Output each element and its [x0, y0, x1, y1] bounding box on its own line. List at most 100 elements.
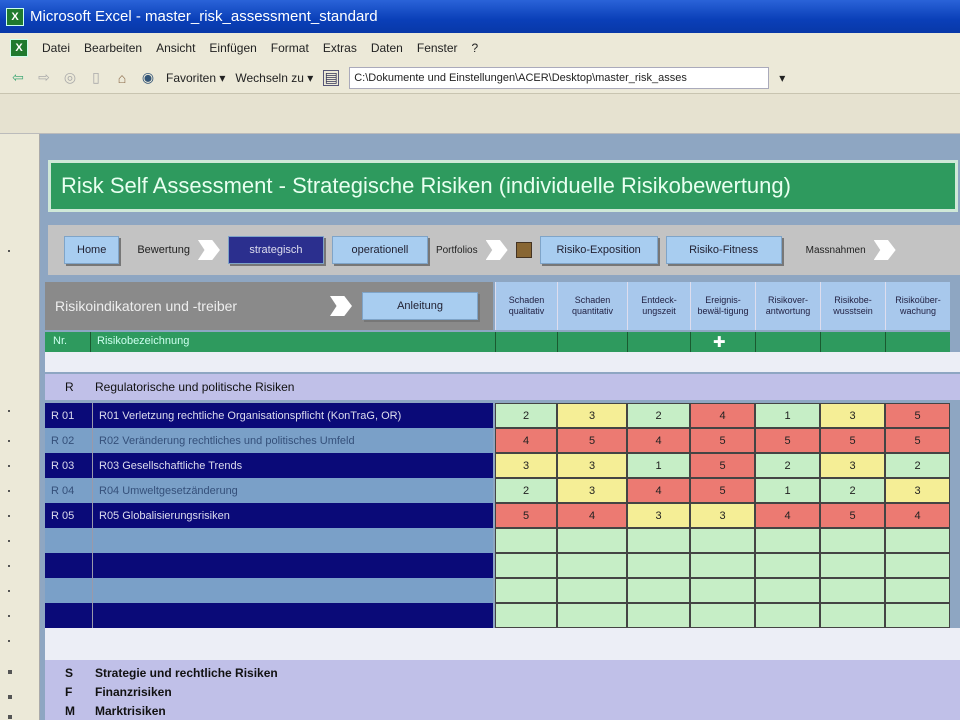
section-row[interactable]: M Marktrisiken — [45, 701, 166, 720]
rating-cell[interactable] — [627, 528, 690, 553]
rating-cell[interactable]: 4 — [627, 478, 690, 503]
rating-cell[interactable] — [627, 578, 690, 603]
rating-cell[interactable] — [820, 578, 885, 603]
rating-cell[interactable] — [495, 578, 557, 603]
operationell-button[interactable]: operationell — [331, 236, 428, 264]
rating-cell[interactable] — [755, 553, 820, 578]
rating-cell[interactable]: 4 — [627, 428, 690, 453]
address-field[interactable]: C:\Dokumente und Einstellungen\ACER\Desk… — [349, 66, 770, 89]
rating-cell[interactable]: 3 — [557, 403, 627, 428]
table-row[interactable]: R 01 R01 Verletzung rechtliche Organisati… — [45, 403, 493, 428]
risiko-fitness-button[interactable]: Risiko-Fitness — [665, 236, 782, 264]
refresh-icon[interactable]: ▯ — [88, 69, 104, 86]
rating-cell[interactable]: 3 — [820, 403, 885, 428]
rating-cell[interactable]: 4 — [690, 403, 755, 428]
table-row[interactable] — [45, 603, 493, 628]
section-row[interactable]: F Finanzrisiken — [45, 683, 172, 702]
rating-cell[interactable] — [557, 578, 627, 603]
rating-cell[interactable]: 3 — [627, 503, 690, 528]
menu-item[interactable]: Daten — [371, 41, 403, 55]
rating-cell[interactable] — [690, 553, 755, 578]
rating-cell[interactable]: 5 — [755, 428, 820, 453]
rating-cell[interactable] — [755, 603, 820, 628]
table-row[interactable] — [45, 578, 493, 603]
outline-expand-button[interactable] — [8, 670, 12, 674]
rating-cell[interactable]: 5 — [557, 428, 627, 453]
rating-cell[interactable] — [755, 528, 820, 553]
rating-cell[interactable]: 5 — [820, 428, 885, 453]
forward-icon[interactable]: ⇨ — [36, 69, 52, 86]
menu-item[interactable]: Extras — [323, 41, 357, 55]
table-row[interactable]: R 02 R02 Veränderung rechtliches und poli… — [45, 428, 493, 453]
rating-cell[interactable]: 5 — [690, 453, 755, 478]
menu-item[interactable]: Einfügen — [209, 41, 256, 55]
rating-cell[interactable]: 4 — [557, 503, 627, 528]
strategisch-button[interactable]: strategisch — [227, 236, 324, 264]
rating-cell[interactable] — [820, 528, 885, 553]
rating-cell[interactable]: 3 — [557, 478, 627, 503]
menu-item[interactable]: ? — [472, 41, 479, 55]
rating-cell[interactable] — [495, 603, 557, 628]
menu-item[interactable]: Format — [271, 41, 309, 55]
outline-expand-button[interactable] — [8, 715, 12, 719]
rating-cell[interactable] — [690, 603, 755, 628]
rating-cell[interactable]: 2 — [627, 403, 690, 428]
goto-button[interactable]: Wechseln zu ▾ — [235, 71, 313, 85]
menu-item[interactable]: Bearbeiten — [84, 41, 142, 55]
table-row[interactable] — [45, 528, 493, 553]
rating-cell[interactable] — [690, 578, 755, 603]
table-row[interactable] — [45, 553, 493, 578]
rating-cell[interactable]: 2 — [755, 453, 820, 478]
rating-cell[interactable]: 3 — [820, 453, 885, 478]
rating-cell[interactable]: 3 — [495, 453, 557, 478]
back-icon[interactable]: ⇦ — [10, 69, 26, 86]
rating-cell[interactable] — [627, 603, 690, 628]
rating-cell[interactable]: 5 — [690, 428, 755, 453]
rating-cell[interactable]: 5 — [820, 503, 885, 528]
risiko-exposition-button[interactable]: Risiko-Exposition — [539, 236, 658, 264]
rating-cell[interactable]: 4 — [755, 503, 820, 528]
table-row[interactable]: R 03 R03 Gesellschaftliche Trends — [45, 453, 493, 478]
rating-cell[interactable] — [627, 553, 690, 578]
rating-cell[interactable] — [885, 528, 950, 553]
rating-cell[interactable] — [820, 553, 885, 578]
rating-cell[interactable]: 4 — [495, 428, 557, 453]
rating-cell[interactable] — [885, 553, 950, 578]
rating-cell[interactable] — [557, 553, 627, 578]
rating-cell[interactable] — [820, 603, 885, 628]
rating-cell[interactable]: 2 — [495, 403, 557, 428]
menu-item[interactable]: Fenster — [417, 41, 458, 55]
rating-cell[interactable] — [557, 603, 627, 628]
stop-icon[interactable]: ◎ — [62, 69, 78, 86]
rating-cell[interactable]: 5 — [885, 428, 950, 453]
rating-cell[interactable]: 4 — [885, 503, 950, 528]
rating-cell[interactable] — [557, 528, 627, 553]
rating-cell[interactable]: 3 — [690, 503, 755, 528]
rating-cell[interactable] — [755, 578, 820, 603]
menu-item[interactable]: Datei — [42, 41, 70, 55]
anleitung-button[interactable]: Anleitung — [362, 292, 478, 320]
rating-cell[interactable]: 3 — [885, 478, 950, 503]
table-row[interactable]: R 04 R04 Umweltgesetzänderung — [45, 478, 493, 503]
section-row[interactable]: S Strategie und rechtliche Risiken — [45, 664, 278, 683]
rating-cell[interactable]: 1 — [755, 478, 820, 503]
favorites-button[interactable]: Favoriten ▾ — [166, 71, 225, 85]
rating-cell[interactable] — [885, 603, 950, 628]
rating-cell[interactable] — [495, 553, 557, 578]
rating-cell[interactable]: 2 — [820, 478, 885, 503]
rating-cell[interactable]: 1 — [755, 403, 820, 428]
rating-cell[interactable] — [495, 528, 557, 553]
rating-cell[interactable]: 5 — [885, 403, 950, 428]
rating-cell[interactable]: 2 — [885, 453, 950, 478]
home-button[interactable]: Home — [64, 236, 120, 264]
search-icon[interactable]: ◉ — [140, 69, 156, 86]
rating-cell[interactable]: 2 — [495, 478, 557, 503]
rating-cell[interactable]: 5 — [495, 503, 557, 528]
menu-item[interactable]: Ansicht — [156, 41, 195, 55]
rating-cell[interactable]: 1 — [627, 453, 690, 478]
rating-cell[interactable]: 3 — [557, 453, 627, 478]
section-r[interactable]: R Regulatorische und politische Risiken — [45, 374, 960, 400]
home-icon[interactable]: ⌂ — [114, 70, 130, 86]
rating-cell[interactable] — [690, 528, 755, 553]
rating-cell[interactable] — [885, 578, 950, 603]
